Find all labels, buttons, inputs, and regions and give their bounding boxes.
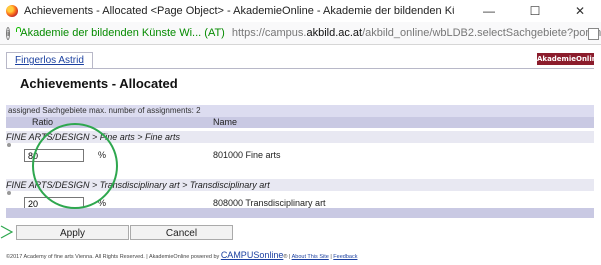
address-bar[interactable]: i Akademie der bildenden Künste Wi... (A… (0, 22, 601, 45)
table-header: Ratio Name (6, 117, 594, 128)
highlight-circle (32, 123, 118, 209)
url-text[interactable]: https://campus.akbild.ac.at/akbild_onlin… (232, 27, 601, 39)
url-path: /akbild_online/wbLDB2.selectSachgebiete?… (362, 27, 601, 39)
minimize-button[interactable]: — (471, 3, 507, 19)
info-icon[interactable]: i (6, 26, 11, 40)
about-link[interactable]: About This Site (292, 254, 329, 260)
campusonline-link[interactable]: CAMPUSonline (221, 250, 284, 260)
page-title: Achievements - Allocated (20, 76, 178, 91)
feedback-link[interactable]: Feedback (333, 254, 357, 260)
close-button[interactable]: ✕ (562, 3, 598, 19)
item-name: 808000 Transdisciplinary art (213, 198, 326, 208)
apply-button[interactable]: Apply (16, 225, 129, 240)
assignment-info: assigned Sachgebiete max. number of assi… (6, 105, 594, 117)
assignment-info-text: assigned Sachgebiete max. number of assi… (8, 106, 201, 115)
top-tab-row: Fingerlos Astrid AkademieOnline (6, 52, 601, 69)
item-name: 801000 Fine arts (213, 150, 281, 160)
maximize-button[interactable]: ☐ (517, 3, 553, 19)
row-marker-icon (7, 143, 11, 147)
row-marker-icon (7, 191, 11, 195)
ratio-column-header: Ratio (32, 117, 54, 127)
name-column-header: Name (213, 117, 238, 127)
site-identity[interactable]: Akademie der bildenden Künste Wi... (AT) (20, 27, 225, 39)
url-host: akbild.ac.at (306, 27, 363, 39)
copyright-text: ©2017 Academy of fine arts Vienna. All R… (6, 254, 220, 260)
page-actions-icon[interactable] (588, 28, 599, 40)
user-tab[interactable]: Fingerlos Astrid (6, 52, 93, 68)
cancel-button[interactable]: Cancel (130, 225, 233, 240)
table-footer-band (6, 208, 594, 218)
firefox-icon (6, 5, 18, 17)
page-footer: ©2017 Academy of fine arts Vienna. All R… (6, 250, 358, 260)
arrow-icon (0, 225, 14, 239)
trademark-mark: ® (283, 254, 288, 260)
window-titlebar: Achievements - Allocated <Page Object> -… (0, 0, 601, 23)
url-prefix: https://campus. (231, 27, 307, 39)
window-title: Achievements - Allocated <Page Object> -… (24, 5, 454, 17)
brand-logo: AkademieOnline (537, 53, 601, 65)
